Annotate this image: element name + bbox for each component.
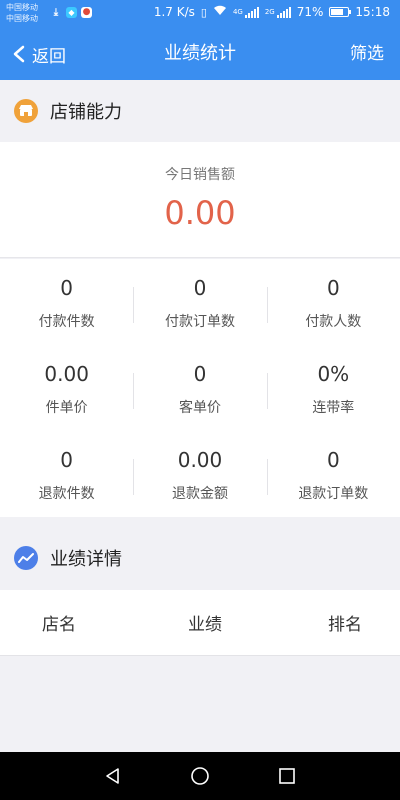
- metric-label: 退款订单数: [298, 486, 369, 502]
- system-recents-button[interactable]: [267, 756, 307, 796]
- metric-value: 0: [326, 448, 340, 472]
- page-title: 业绩统计: [164, 43, 236, 64]
- today-sales-value: 0.00: [164, 194, 236, 232]
- metric-customer-price: 0 客单价: [133, 345, 266, 431]
- metric-value: 0: [193, 362, 207, 386]
- wifi-icon: [213, 5, 227, 19]
- nav-bar: 返回 业绩统计 筛选: [0, 28, 400, 80]
- detail-table-header: 店名 业绩 排名: [0, 590, 400, 656]
- notification-icons: ⤓ ◆ ●: [50, 6, 92, 18]
- metric-attach-rate: 0% 连带率: [266, 345, 400, 431]
- triangle-back-icon: [106, 768, 120, 784]
- metric-value: 0.00: [177, 448, 223, 472]
- carrier-info: 中国移动 中国移动: [6, 2, 38, 24]
- metric-label: 退款金额: [171, 486, 228, 502]
- detail-table-body: [0, 656, 400, 752]
- clock: 15:18: [355, 5, 390, 19]
- network-type-1: 4G: [232, 8, 243, 16]
- metric-refund-orders: 0 退款订单数: [266, 431, 400, 517]
- network-type-2: 2G: [264, 8, 275, 16]
- carrier-2: 中国移动: [6, 14, 38, 23]
- system-nav-bar: [0, 752, 400, 800]
- column-store-name[interactable]: 店名: [42, 610, 76, 635]
- metric-paid-orders: 0 付款订单数: [133, 259, 266, 345]
- metric-value: 0%: [317, 362, 350, 386]
- metric-label: 件单价: [45, 400, 88, 416]
- metric-value: 0: [60, 276, 74, 300]
- detail-section-header: 业绩详情: [0, 527, 400, 589]
- store-section-header: 店铺能力: [0, 80, 400, 142]
- metrics-row: 0 退款件数 0.00 退款金额 0 退款订单数: [0, 431, 400, 517]
- metric-refund-items: 0 退款件数: [0, 431, 133, 517]
- today-sales-label: 今日销售额: [165, 167, 235, 183]
- metrics-row: 0 付款件数 0 付款订单数 0 付款人数: [0, 259, 400, 345]
- shield-app-icon: ◆: [66, 6, 77, 18]
- square-recents-icon: [278, 768, 295, 784]
- metric-label: 付款件数: [38, 314, 95, 330]
- today-sales-card: 今日销售额 0.00: [0, 142, 400, 258]
- metric-label: 退款件数: [38, 486, 95, 502]
- system-home-button[interactable]: [180, 756, 220, 796]
- detail-section-title: 业绩详情: [50, 549, 122, 570]
- metric-label: 付款订单数: [164, 314, 235, 330]
- metric-unit-price: 0.00 件单价: [0, 345, 133, 431]
- column-performance[interactable]: 业绩: [188, 610, 222, 635]
- carrier-1: 中国移动: [6, 3, 38, 12]
- metric-label: 付款人数: [305, 314, 362, 330]
- metric-label: 客单价: [178, 400, 221, 416]
- signal-2-icon: [276, 6, 291, 18]
- vibrate-icon: ▯: [200, 5, 207, 19]
- signal-1-icon: [244, 6, 259, 18]
- metric-label: 连带率: [312, 400, 355, 416]
- metrics-row: 0.00 件单价 0 客单价 0% 连带率: [0, 345, 400, 431]
- store-icon: [14, 99, 38, 123]
- metric-paid-items: 0 付款件数: [0, 259, 133, 345]
- circle-home-icon: [191, 767, 209, 785]
- metrics-grid: 0 付款件数 0 付款订单数 0 付款人数 0.00 件单价 0 客单价 0% 连带率 0 退…: [0, 259, 400, 517]
- metric-paid-customers: 0 付款人数: [266, 259, 400, 345]
- status-right: 1.7 K/s ▯ 4G 2G 71% 15:18: [154, 5, 390, 19]
- trend-chart-icon: [14, 546, 38, 570]
- metric-value: 0: [193, 276, 207, 300]
- download-icon: ⤓: [53, 6, 59, 18]
- metric-value: 0: [60, 448, 74, 472]
- filter-button[interactable]: 筛选: [350, 40, 384, 68]
- record-app-icon: ●: [81, 6, 92, 18]
- battery-icon: [329, 7, 352, 17]
- metric-value: 0: [326, 276, 340, 300]
- network-speed: 1.7 K/s: [153, 5, 195, 19]
- column-rank[interactable]: 排名: [328, 610, 362, 635]
- store-section-title: 店铺能力: [50, 102, 122, 123]
- system-back-button[interactable]: [93, 756, 133, 796]
- battery-percent: 71%: [296, 5, 324, 19]
- status-bar: 中国移动 中国移动 ⤓ ◆ ● 1.7 K/s ▯ 4G 2G 71% 15:1…: [0, 0, 400, 28]
- metric-refund-amount: 0.00 退款金额: [133, 431, 266, 517]
- metric-value: 0.00: [44, 362, 89, 386]
